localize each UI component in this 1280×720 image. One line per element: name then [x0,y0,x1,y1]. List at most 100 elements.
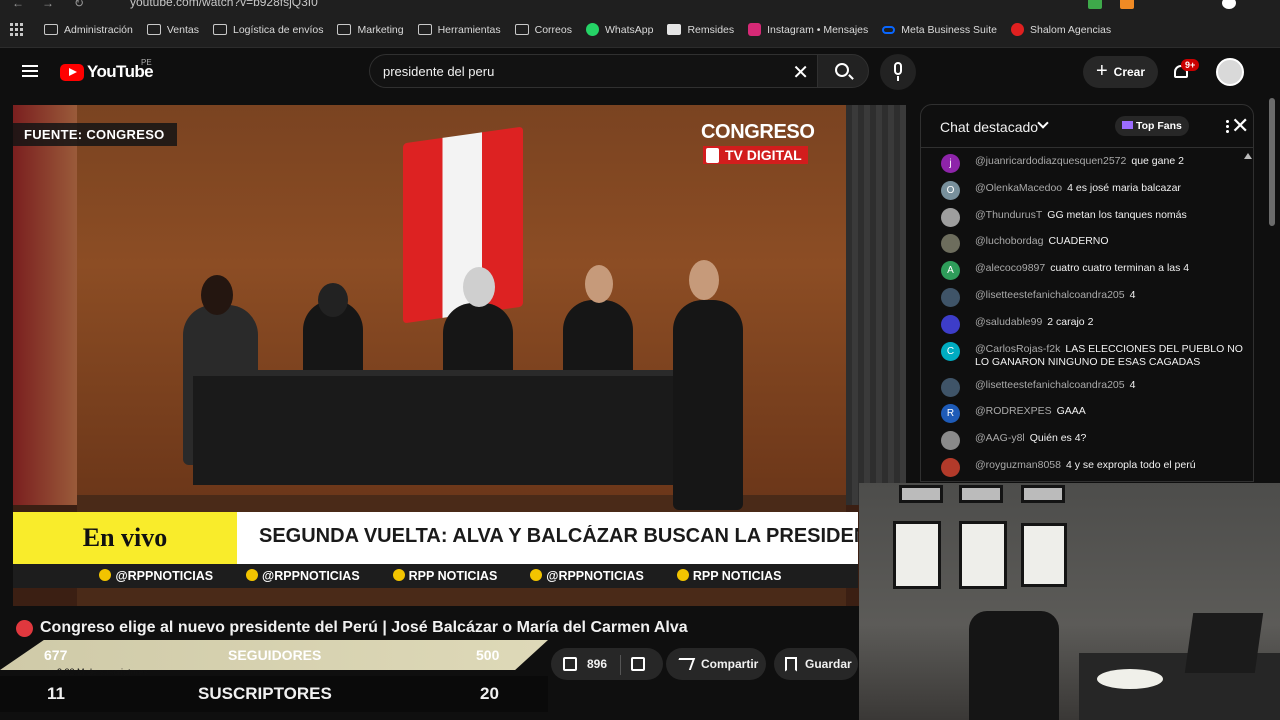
forward-icon[interactable]: → [42,0,54,10]
share-button[interactable]: Compartir [666,648,766,680]
youtube-logo[interactable]: YouTube PE [60,58,154,82]
page-scrollbar[interactable] [1269,98,1275,226]
chat-author-name[interactable]: @AAG-y8l [975,432,1025,444]
chat-author-name[interactable]: @OlenkaMacedoo [975,182,1062,194]
chat-author-avatar[interactable]: j [941,154,960,173]
user-avatar[interactable] [1216,58,1244,86]
extension-icon[interactable] [1120,0,1134,9]
more-options-icon[interactable] [1226,119,1229,134]
wall-poster [959,521,1007,589]
chat-author-name[interactable]: @RODREXPES [975,405,1052,417]
chat-message[interactable]: @ThundurusT GG metan los tanques nomás [921,204,1253,231]
facebook-icon [392,569,405,581]
chat-scrollbar[interactable] [1243,150,1252,470]
chat-author-name[interactable]: @alecoco9897 [975,262,1045,274]
url-text[interactable]: youtube.com/watch?v=b928fsjQ3I0 [130,0,318,9]
chat-message[interactable]: @lisetteestefanichalcoandra205 4 [921,374,1253,401]
close-icon[interactable]: ✕ [1231,113,1249,139]
apps-grid-icon[interactable] [10,22,24,37]
channel-logo-title: CONGRESO [701,121,815,143]
search-input[interactable]: presidente del peru ✕ [369,54,817,88]
search-button[interactable] [817,54,869,88]
bookmark-administracion[interactable]: Administración [44,24,133,36]
bookmark-logistica[interactable]: Logística de envíos [213,24,323,36]
clear-search-icon[interactable]: ✕ [792,60,809,85]
crown-icon [1122,121,1133,129]
dislike-button[interactable] [626,648,663,680]
bookmark-meta[interactable]: Meta Business Suite [882,24,997,36]
chat-message[interactable]: A @alecoco9897 cuatro cuatro terminan a la… [921,257,1253,284]
live-indicator-icon [16,619,33,637]
chat-author-avatar[interactable] [941,234,960,254]
chat-mode-dropdown[interactable]: Chat destacado [940,119,1038,135]
chat-message[interactable]: O @OlenkaMacedoo 4 es josé maria balcazar [921,177,1253,204]
youtube-play-icon [60,63,84,81]
chat-author-name[interactable]: @CarlosRojas-f2k [975,343,1060,355]
bookmark-instagram[interactable]: Instagram • Mensajes [748,23,868,36]
back-icon[interactable]: ← [12,0,24,10]
source-label: FUENTE: CONGRESO [13,123,177,146]
reload-icon[interactable]: ↻ [74,0,84,10]
chat-author-avatar[interactable] [941,377,960,397]
folder-icon [44,24,58,35]
chat-author-avatar[interactable]: A [941,261,960,281]
bookmark-ventas[interactable]: Ventas [146,24,199,36]
chat-author-name[interactable]: @juanricardodiazquesquen2572 [975,155,1126,167]
bookmark-marketing[interactable]: Marketing [337,24,404,36]
save-icon [785,656,797,672]
thumbs-down-icon [631,657,645,671]
chat-author-avatar[interactable] [941,431,960,451]
chat-message[interactable]: @saludable99 2 carajo 2 [921,311,1253,338]
chat-message-text: 2 carajo 2 [1047,315,1094,328]
instagram-icon [748,23,762,36]
chat-message-text: GAAA [1056,405,1086,418]
chat-message[interactable]: C @CarlosRojas-f2k LAS ELECCIONES DEL PUEB… [921,338,1253,374]
chat-author-avatar[interactable] [941,207,960,227]
chat-author-avatar[interactable]: C [941,341,960,361]
chat-messages: j @juanricardodiazquesquen2572 que gane 2 O… [921,150,1253,481]
bookmark-correos[interactable]: Correos [514,24,572,36]
chat-author-avatar[interactable] [941,457,960,477]
social-handle: @RPPNOTICIAS [99,569,213,583]
chat-author-avatar[interactable]: O [941,180,960,200]
chat-message[interactable]: R @RODREXPES GAAA [921,400,1253,427]
bookmark-remsides[interactable]: Remsides [667,24,734,36]
bookmark-whatsapp[interactable]: WhatsApp [585,23,653,36]
chat-message-text: 4 [1129,288,1136,301]
menu-icon[interactable] [22,65,38,77]
chat-author-name[interactable]: @lisetteestefanichalcoandra205 [975,379,1125,391]
chat-message[interactable]: @lisetteestefanichalcoandra205 4 [921,284,1253,311]
chat-author-avatar[interactable] [941,287,960,307]
meta-icon [882,25,896,34]
extension-icon[interactable] [1088,0,1102,9]
followers-current: 677 [44,647,68,663]
chat-author-name[interactable]: @luchobordag [975,235,1043,247]
chat-message-text: 4 y se expropla todo el perú [1065,458,1196,471]
chat-author-name[interactable]: @royguzman8058 [975,459,1061,471]
webcam-overlay [859,483,1280,720]
live-label: En vivo [13,512,237,564]
chat-author-avatar[interactable] [941,314,960,334]
create-button[interactable]: + Crear [1083,56,1158,88]
social-handle: RPP NOTICIAS [676,569,782,583]
profile-icon[interactable] [1222,0,1236,9]
video-player[interactable]: FUENTE: CONGRESO CONGRESO TV DIGITAL En … [13,105,906,606]
channel-logo-subtitle: TV DIGITAL [703,146,808,164]
chat-author-name[interactable]: @saludable99 [975,316,1042,328]
wall-poster [1021,523,1067,587]
folder-icon [213,24,227,35]
save-button[interactable]: Guardar [774,648,858,680]
social-handle: @RPPNOTICIAS [530,569,644,583]
chat-author-name[interactable]: @ThundurusT [975,209,1042,221]
top-fans-button[interactable]: Top Fans [1115,116,1189,136]
chat-message[interactable]: @AAG-y8l Quién es 4? [921,427,1253,454]
chat-message[interactable]: @luchobordag CUADERNO [921,230,1253,257]
chat-author-name[interactable]: @lisetteestefanichalcoandra205 [975,289,1125,301]
bookmark-shalom[interactable]: Shalom Agencias [1010,23,1111,36]
voice-search-button[interactable] [880,54,916,90]
chat-message[interactable]: @royguzman8058 4 y se expropla todo el pe… [921,454,1253,481]
chat-message[interactable]: j @juanricardodiazquesquen2572 que gane 2 [921,150,1253,177]
bookmark-herramientas[interactable]: Herramientas [417,24,501,36]
chevron-down-icon[interactable] [1037,117,1049,129]
chat-author-avatar[interactable]: R [941,404,960,424]
